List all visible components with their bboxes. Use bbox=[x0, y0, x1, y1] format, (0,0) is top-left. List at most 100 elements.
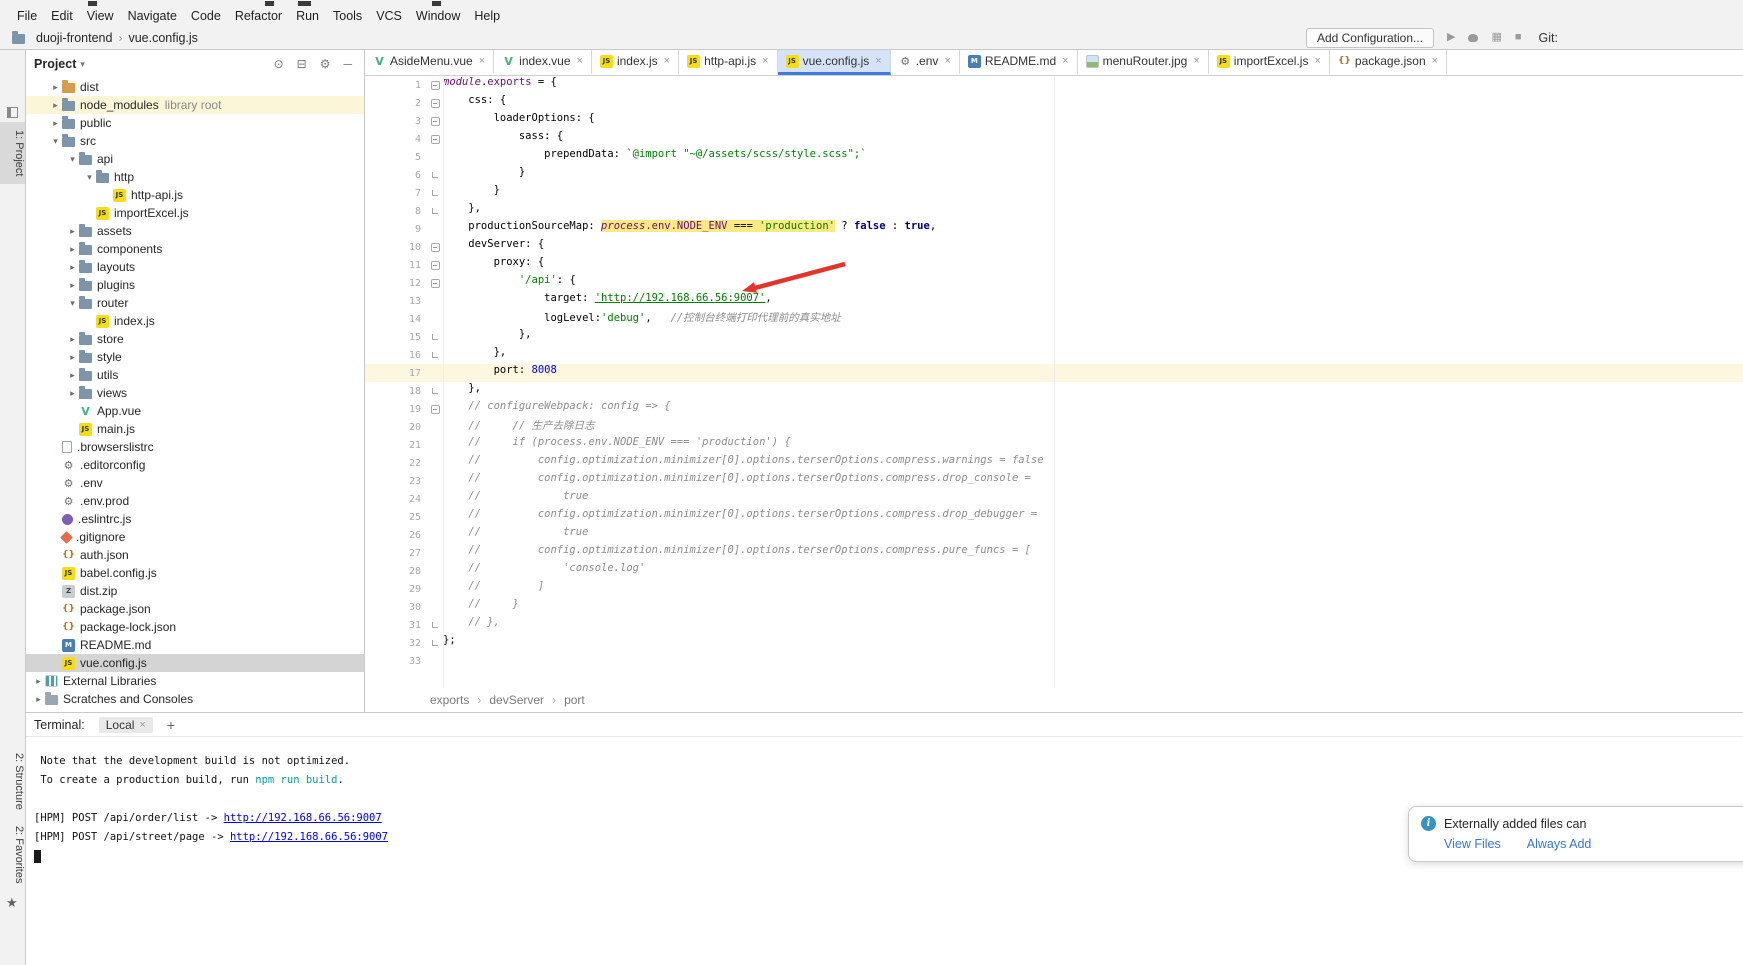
editor-tab-package-json[interactable]: {}package.json× bbox=[1330, 50, 1447, 75]
url-link[interactable]: http://192.168.66.56:9007 bbox=[230, 831, 388, 843]
fold-open-icon[interactable]: − bbox=[431, 405, 440, 414]
tree-item-public[interactable]: ▸public bbox=[26, 114, 364, 132]
editor-tab-env[interactable]: ⚙.env× bbox=[891, 50, 960, 75]
tree-item-scratches-and-consoles[interactable]: ▸Scratches and Consoles bbox=[26, 690, 364, 708]
editor-tab-vue-config-js[interactable]: JSvue.config.js× bbox=[778, 50, 891, 75]
editor-tab-index-vue[interactable]: Vindex.vue× bbox=[494, 50, 592, 75]
breadcrumb-project[interactable]: duoji-frontend bbox=[36, 31, 112, 45]
tree-item-env[interactable]: ⚙.env bbox=[26, 474, 364, 492]
chevron-right-icon[interactable]: ▸ bbox=[32, 676, 45, 687]
chevron-right-icon[interactable]: ▸ bbox=[49, 82, 62, 93]
close-tab-icon[interactable]: × bbox=[664, 56, 670, 67]
editor-tab-importexcel-js[interactable]: JSimportExcel.js× bbox=[1209, 50, 1330, 75]
terminal-tab-local[interactable]: Local × bbox=[99, 717, 153, 733]
editor-tab-index-js[interactable]: JSindex.js× bbox=[592, 50, 679, 75]
chevron-right-icon[interactable]: ▸ bbox=[66, 226, 79, 237]
menu-item-help[interactable]: Help bbox=[467, 9, 507, 23]
tree-item-views[interactable]: ▸views bbox=[26, 384, 364, 402]
stripe-tab-favorites[interactable]: 2: Favorites bbox=[0, 818, 25, 891]
tree-item-src[interactable]: ▾src bbox=[26, 132, 364, 150]
close-tab-icon[interactable]: × bbox=[1062, 56, 1068, 67]
menu-item-window[interactable]: Window bbox=[409, 9, 467, 23]
tree-item-app-vue[interactable]: VApp.vue bbox=[26, 402, 364, 420]
fold-open-icon[interactable]: − bbox=[431, 243, 440, 252]
add-configuration-button[interactable]: Add Configuration... bbox=[1306, 28, 1434, 48]
close-tab-icon[interactable]: × bbox=[944, 56, 950, 67]
chevron-right-icon[interactable]: ▸ bbox=[66, 280, 79, 291]
menu-item-vcs[interactable]: VCS bbox=[369, 9, 409, 23]
stripe-tab-structure[interactable]: 2: Structure bbox=[0, 745, 25, 818]
editor-tab-menurouter-jpg[interactable]: menuRouter.jpg× bbox=[1078, 50, 1209, 75]
fold-open-icon[interactable]: − bbox=[431, 99, 440, 108]
tree-item-gitignore[interactable]: .gitignore bbox=[26, 528, 364, 546]
fold-end-icon[interactable] bbox=[432, 352, 438, 358]
close-tab-icon[interactable]: × bbox=[875, 56, 881, 67]
tree-item-package-lock-json[interactable]: {}package-lock.json bbox=[26, 618, 364, 636]
project-panel-title[interactable]: Project bbox=[34, 57, 76, 71]
tree-item-assets[interactable]: ▸assets bbox=[26, 222, 364, 240]
run-icon[interactable]: ▶ bbox=[1447, 32, 1455, 43]
collapse-all-icon[interactable]: ⊟ bbox=[297, 57, 307, 71]
chevron-down-icon[interactable]: ▾ bbox=[66, 154, 79, 165]
tree-item-router[interactable]: ▾router bbox=[26, 294, 364, 312]
editor-tab-asidemenu-vue[interactable]: VAsideMenu.vue× bbox=[365, 50, 494, 75]
fold-open-icon[interactable]: − bbox=[431, 261, 440, 270]
url-link[interactable]: http://192.168.66.56:9007 bbox=[224, 812, 382, 824]
chevron-right-icon[interactable]: ▸ bbox=[66, 352, 79, 363]
fold-end-icon[interactable] bbox=[432, 388, 438, 394]
tree-item-store[interactable]: ▸store bbox=[26, 330, 364, 348]
menu-item-code[interactable]: Code bbox=[184, 9, 228, 23]
chevron-right-icon[interactable]: ▸ bbox=[66, 334, 79, 345]
breadcrumb-exports[interactable]: exports bbox=[430, 693, 469, 707]
code-editor[interactable]: 1−module.exports = {2− css: {3− loaderOp… bbox=[365, 76, 1743, 688]
tree-item-node-modules[interactable]: ▸node_moduleslibrary root bbox=[26, 96, 364, 114]
tree-item-auth-json[interactable]: {}auth.json bbox=[26, 546, 364, 564]
stripe-tab-project[interactable]: 1: Project bbox=[0, 122, 25, 184]
fold-end-icon[interactable] bbox=[432, 640, 438, 646]
menu-item-view[interactable]: View bbox=[80, 9, 121, 23]
fold-open-icon[interactable]: − bbox=[431, 135, 440, 144]
tree-item-api[interactable]: ▾api bbox=[26, 150, 364, 168]
fold-end-icon[interactable] bbox=[432, 190, 438, 196]
stop-icon[interactable]: ■ bbox=[1515, 32, 1522, 43]
debug-icon[interactable] bbox=[1468, 34, 1478, 42]
menu-item-file[interactable]: File bbox=[10, 9, 44, 23]
tree-item-importexcel-js[interactable]: JSimportExcel.js bbox=[26, 204, 364, 222]
chevron-down-icon[interactable]: ▾ bbox=[83, 172, 96, 183]
favorites-star-icon[interactable]: ★ bbox=[6, 895, 18, 911]
settings-gear-icon[interactable]: ⚙ bbox=[320, 57, 331, 71]
tree-item-external-libraries[interactable]: ▸External Libraries bbox=[26, 672, 364, 690]
new-terminal-icon[interactable]: + bbox=[167, 717, 175, 733]
breadcrumb-file[interactable]: vue.config.js bbox=[128, 31, 197, 45]
tree-item-layouts[interactable]: ▸layouts bbox=[26, 258, 364, 276]
tree-item-utils[interactable]: ▸utils bbox=[26, 366, 364, 384]
menu-item-tools[interactable]: Tools bbox=[326, 9, 369, 23]
breadcrumb-devserver[interactable]: devServer bbox=[489, 693, 544, 707]
chevron-down-icon[interactable]: ▾ bbox=[66, 298, 79, 309]
fold-open-icon[interactable]: − bbox=[431, 117, 440, 126]
tree-item-readme-md[interactable]: MREADME.md bbox=[26, 636, 364, 654]
tree-item-index-js[interactable]: JSindex.js bbox=[26, 312, 364, 330]
close-tab-icon[interactable]: × bbox=[479, 56, 485, 67]
chevron-right-icon[interactable]: ▸ bbox=[32, 694, 45, 705]
fold-open-icon[interactable]: − bbox=[431, 279, 440, 288]
tree-item-eslintrc-js[interactable]: .eslintrc.js bbox=[26, 510, 364, 528]
menu-item-edit[interactable]: Edit bbox=[44, 9, 80, 23]
tree-item-editorconfig[interactable]: ⚙.editorconfig bbox=[26, 456, 364, 474]
chevron-right-icon[interactable]: ▸ bbox=[66, 370, 79, 381]
always-add-link[interactable]: Always Add bbox=[1527, 837, 1592, 851]
close-tab-icon[interactable]: × bbox=[577, 56, 583, 67]
tree-item-http-api-js[interactable]: JShttp-api.js bbox=[26, 186, 364, 204]
tree-item-browserslistrc[interactable]: .browserslistrc bbox=[26, 438, 364, 456]
tree-item-main-js[interactable]: JSmain.js bbox=[26, 420, 364, 438]
chevron-right-icon[interactable]: ▸ bbox=[66, 244, 79, 255]
chevron-right-icon[interactable]: ▸ bbox=[66, 388, 79, 399]
tree-item-env-prod[interactable]: ⚙.env.prod bbox=[26, 492, 364, 510]
coverage-icon[interactable]: ▦ bbox=[1491, 32, 1501, 43]
close-icon[interactable]: × bbox=[139, 719, 145, 731]
close-tab-icon[interactable]: × bbox=[1314, 56, 1320, 67]
editor-tab-readme-md[interactable]: MREADME.md× bbox=[960, 50, 1078, 75]
chevron-right-icon[interactable]: ▸ bbox=[49, 100, 62, 111]
close-tab-icon[interactable]: × bbox=[1193, 56, 1199, 67]
fold-end-icon[interactable] bbox=[432, 172, 438, 178]
